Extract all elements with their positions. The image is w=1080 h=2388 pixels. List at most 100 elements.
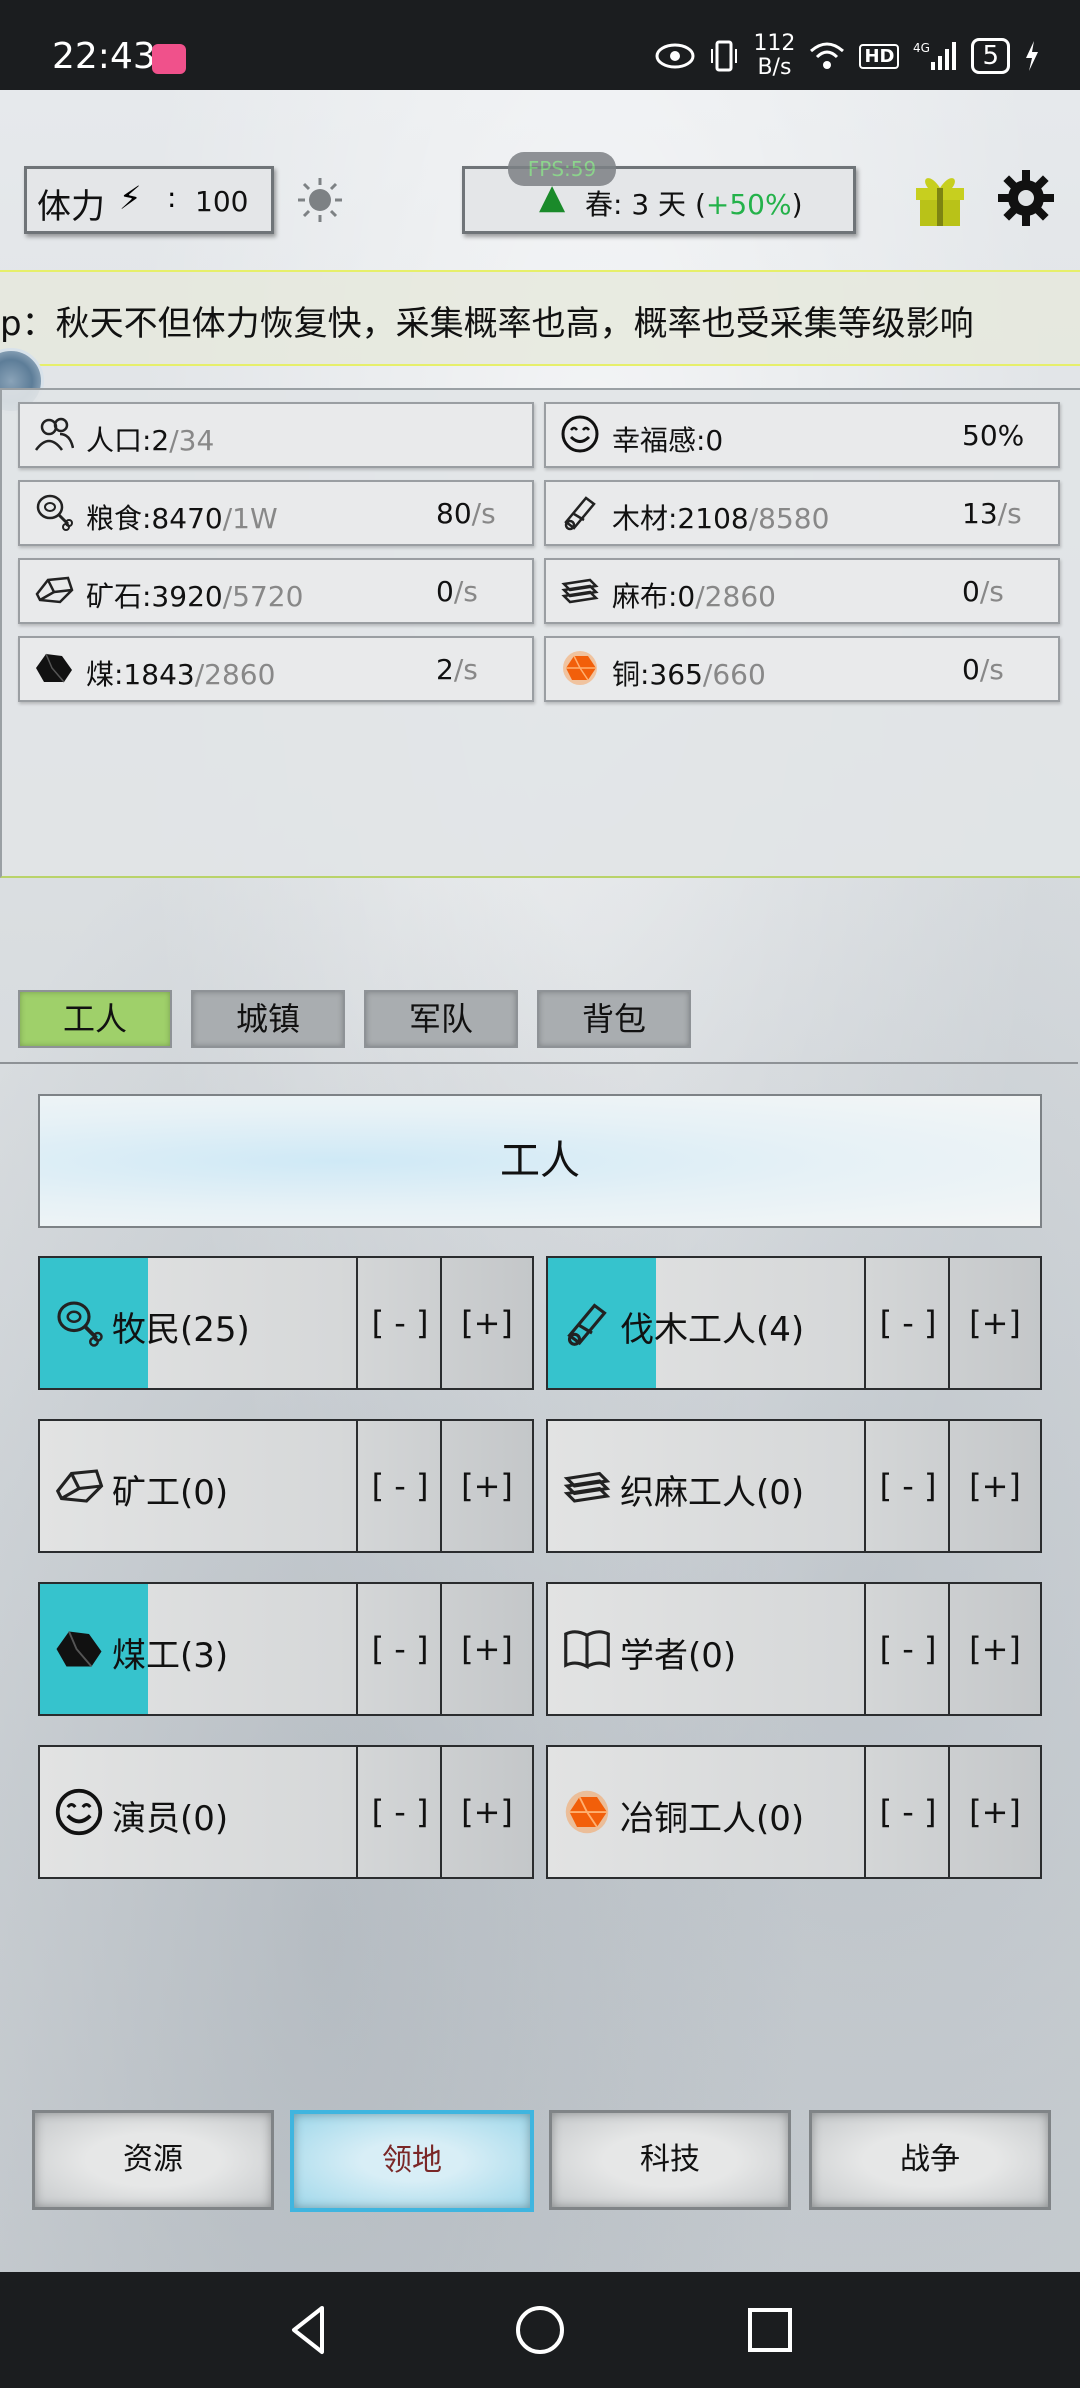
charging-icon	[1026, 41, 1038, 71]
battery-icon: 5	[971, 38, 1010, 74]
linen-icon	[560, 570, 600, 610]
increase-worker-button[interactable]: [+]	[440, 1421, 532, 1551]
resource-rate: 80/s	[436, 497, 496, 530]
eye-icon	[655, 43, 695, 69]
resource-rate-value: 13	[962, 497, 998, 530]
worker-row: 冶铜工人(0) [ - ] [+]	[546, 1745, 1042, 1879]
tab-town[interactable]: 城镇	[191, 990, 345, 1048]
decrease-worker-button[interactable]: [ - ]	[356, 1421, 442, 1551]
nav-resources-button[interactable]: 资源	[32, 2110, 274, 2210]
resource-capacity: /2860	[194, 658, 276, 691]
status-bar: 22:43 112 B/s HD 4G 5	[0, 0, 1080, 90]
worker-label: 伐木工人(4)	[620, 1310, 805, 1350]
resource-rate-unit: /s	[979, 653, 1004, 686]
nav-territory-button[interactable]: 领地	[290, 2110, 534, 2212]
resource-rate: 0/s	[436, 575, 478, 608]
decrease-worker-button[interactable]: [ - ]	[356, 1258, 442, 1388]
decrease-worker-button[interactable]: [ - ]	[864, 1421, 950, 1551]
resource-cell: 铜:365/660 0/s	[544, 636, 1060, 702]
resource-rate: 50%	[962, 419, 1024, 452]
back-icon[interactable]	[282, 2302, 338, 2358]
signal-icon: 4G	[913, 41, 957, 70]
svg-text:4G: 4G	[913, 41, 930, 55]
resource-amount: 矿石:3920/5720	[86, 575, 303, 615]
increase-worker-button[interactable]: [+]	[948, 1584, 1040, 1714]
increase-worker-button[interactable]: [+]	[948, 1747, 1040, 1877]
tip-banner: p：秋天不但体力恢复快，采集概率也高，概率也受采集等级影响	[0, 270, 1080, 366]
resource-rate: 13/s	[962, 497, 1022, 530]
increase-worker-button[interactable]: [+]	[440, 1584, 532, 1714]
season-bonus: +50%	[705, 188, 792, 221]
lightning-icon: ⚡	[119, 179, 142, 217]
worker-row: 煤工(3) [ - ] [+]	[38, 1582, 534, 1716]
resource-value: 人口:2	[86, 424, 170, 457]
people-icon	[34, 414, 75, 454]
decrease-worker-button[interactable]: [ - ]	[864, 1258, 950, 1388]
resource-amount: 煤:1843/2860	[86, 653, 275, 693]
wood-icon	[562, 1298, 612, 1348]
nav-tech-button[interactable]: 科技	[549, 2110, 791, 2210]
worker-label: 演员(0)	[112, 1799, 229, 1839]
sun-icon[interactable]	[296, 176, 344, 224]
resource-cell: 人口:2/34	[18, 402, 534, 468]
resource-amount: 麻布:0/2860	[612, 575, 776, 615]
worker-label: 学者(0)	[620, 1636, 737, 1676]
workers-header: 工人	[38, 1094, 1042, 1228]
status-icons: 112 B/s HD 4G 5	[655, 30, 1040, 82]
coal-icon	[54, 1624, 104, 1674]
worker-row: 牧民(25) [ - ] [+]	[38, 1256, 534, 1390]
stamina-box: 体力 ⚡ : 100	[24, 166, 274, 234]
resource-value: 煤:1843	[86, 658, 195, 691]
decrease-worker-button[interactable]: [ - ]	[864, 1747, 950, 1877]
copper-icon	[562, 1787, 612, 1837]
resource-cell: 煤:1843/2860 2/s	[18, 636, 534, 702]
gift-icon[interactable]	[912, 170, 968, 228]
tab-backpack[interactable]: 背包	[537, 990, 691, 1048]
meat-icon	[54, 1298, 104, 1348]
resource-rate-value: 0	[962, 575, 980, 608]
resource-value: 麻布:0	[612, 580, 696, 613]
worker-label: 织麻工人(0)	[620, 1473, 805, 1513]
decrease-worker-button[interactable]: [ - ]	[356, 1584, 442, 1714]
resource-amount: 幸福感:0	[612, 419, 723, 459]
meat-icon	[34, 492, 74, 532]
worker-label: 牧民(25)	[112, 1310, 250, 1350]
worker-row: 矿工(0) [ - ] [+]	[38, 1419, 534, 1553]
resource-amount: 粮食:8470/1W	[86, 497, 278, 537]
resource-rate-value: 0	[436, 575, 454, 608]
net-speed-unit: B/s	[757, 55, 792, 80]
worker-label: 冶铜工人(0)	[620, 1799, 805, 1839]
resource-rate-unit: /s	[997, 497, 1022, 530]
decrease-worker-button[interactable]: [ - ]	[864, 1584, 950, 1714]
resource-capacity: /5720	[222, 580, 304, 613]
resource-amount: 木材:2108/8580	[612, 497, 829, 537]
worker-row: 学者(0) [ - ] [+]	[546, 1582, 1042, 1716]
season-suffix: )	[791, 188, 803, 221]
tab-army[interactable]: 军队	[364, 990, 518, 1048]
worker-label: 煤工(3)	[112, 1636, 229, 1676]
stamina-label: 体力	[37, 187, 105, 227]
recents-icon[interactable]	[742, 2302, 798, 2358]
decrease-worker-button[interactable]: [ - ]	[356, 1747, 442, 1877]
increase-worker-button[interactable]: [+]	[440, 1258, 532, 1388]
smile-icon	[54, 1787, 104, 1837]
nav-war-button[interactable]: 战争	[809, 2110, 1051, 2210]
ore-icon	[34, 570, 74, 610]
resource-cell: 木材:2108/8580 13/s	[544, 480, 1060, 546]
resource-capacity: /8580	[748, 502, 830, 535]
resource-value: 铜:365	[612, 658, 703, 691]
increase-worker-button[interactable]: [+]	[440, 1747, 532, 1877]
worker-label: 矿工(0)	[112, 1473, 229, 1513]
stamina-colon: :	[167, 181, 177, 214]
resource-rate-value: 2	[436, 653, 454, 686]
resource-capacity: /2860	[695, 580, 776, 613]
gear-icon[interactable]	[996, 168, 1056, 228]
resource-capacity: /1W	[222, 502, 278, 535]
increase-worker-button[interactable]: [+]	[948, 1421, 1040, 1551]
resource-cell: 粮食:8470/1W 80/s	[18, 480, 534, 546]
net-speed: 112 B/s	[753, 32, 795, 80]
increase-worker-button[interactable]: [+]	[948, 1258, 1040, 1388]
home-icon[interactable]	[512, 2302, 568, 2358]
status-time: 22:43	[52, 36, 156, 77]
tab-workers[interactable]: 工人	[18, 990, 172, 1048]
